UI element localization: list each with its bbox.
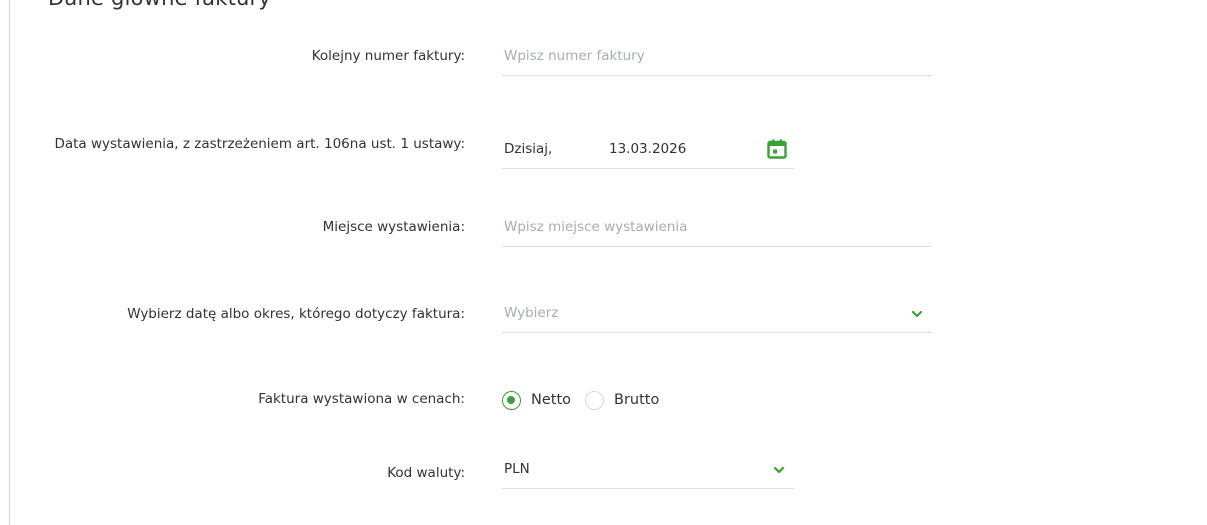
currency-select-value: PLN bbox=[504, 461, 530, 477]
left-border-rule bbox=[9, 0, 10, 525]
radio-netto-label[interactable]: Netto bbox=[531, 392, 571, 408]
chevron-down-icon[interactable] bbox=[772, 462, 786, 476]
invoice-number-label: Kolejny numer faktury: bbox=[311, 48, 465, 64]
chevron-down-icon[interactable] bbox=[910, 306, 924, 320]
issue-date-prefix: Dzisiaj, bbox=[504, 141, 553, 157]
invoice-number-field-wrapper bbox=[502, 36, 932, 76]
issue-date-value[interactable]: 13.03.2026 bbox=[609, 129, 686, 169]
issue-date-label: Data wystawienia, z zastrzeżeniem art. 1… bbox=[54, 136, 465, 152]
section-heading: Dane główne faktury bbox=[48, 0, 271, 10]
radio-brutto[interactable]: Brutto bbox=[585, 390, 659, 410]
radio-brutto-indicator[interactable] bbox=[585, 390, 605, 410]
invoice-number-input[interactable] bbox=[502, 36, 932, 75]
radio-brutto-label[interactable]: Brutto bbox=[614, 392, 659, 408]
issue-date-field[interactable]: Dzisiaj, 13.03.2026 bbox=[502, 129, 794, 169]
calendar-icon[interactable] bbox=[766, 138, 788, 160]
period-label: Wybierz datę albo okres, którego dotyczy… bbox=[127, 306, 465, 322]
period-select[interactable]: Wybierz bbox=[502, 293, 932, 333]
issue-place-input[interactable] bbox=[502, 207, 932, 246]
radio-netto-indicator[interactable] bbox=[502, 390, 521, 410]
currency-select[interactable]: PLN bbox=[502, 449, 794, 489]
currency-label: Kod waluty: bbox=[387, 465, 465, 481]
price-type-radio-group: Netto Brutto bbox=[502, 388, 673, 412]
period-select-placeholder: Wybierz bbox=[504, 305, 559, 321]
issue-place-field-wrapper bbox=[502, 207, 932, 247]
radio-netto[interactable]: Netto bbox=[502, 390, 571, 410]
price-type-label: Faktura wystawiona w cenach: bbox=[258, 391, 465, 407]
issue-place-label: Miejsce wystawienia: bbox=[322, 219, 465, 235]
